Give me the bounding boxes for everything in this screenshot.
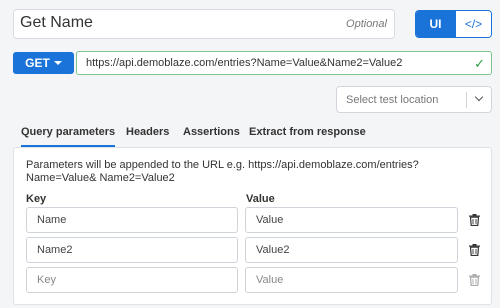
method-label: GET xyxy=(25,56,50,70)
param-value-input[interactable]: Value2 xyxy=(245,237,458,263)
trash-icon[interactable] xyxy=(469,214,480,226)
param-key-input[interactable]: Name xyxy=(26,207,238,233)
test-name-text: Get Name xyxy=(20,14,93,31)
tab-query-parameters[interactable]: Query parameters xyxy=(21,126,116,147)
params-info-text: Parameters will be appended to the URL e… xyxy=(26,159,419,184)
new-param-key-input[interactable]: Key xyxy=(26,267,238,293)
test-location-select[interactable]: Select test location xyxy=(336,86,492,113)
new-param-value-input[interactable]: Value xyxy=(245,267,458,293)
check-icon: ✓ xyxy=(474,56,485,71)
tab-assertions[interactable]: Assertions xyxy=(183,126,240,145)
ui-view-button[interactable]: UI xyxy=(416,11,455,37)
key-column-header: Key xyxy=(26,193,47,205)
caret-down-icon xyxy=(53,61,62,65)
url-text: https://api.demoblaze.com/entries?Name=V… xyxy=(86,57,403,69)
select-divider xyxy=(466,92,467,108)
optional-label: Optional xyxy=(346,18,387,30)
tab-headers[interactable]: Headers xyxy=(126,126,169,145)
url-input[interactable]: https://api.demoblaze.com/entries?Name=V… xyxy=(76,51,492,75)
view-toggle: UI </> xyxy=(415,10,492,38)
method-dropdown[interactable]: GET xyxy=(13,52,74,74)
tab-extract-from-response[interactable]: Extract from response xyxy=(249,126,366,145)
test-name-field[interactable]: Get Name Optional xyxy=(13,9,395,39)
param-key-input[interactable]: Name2 xyxy=(26,237,238,263)
value-column-header: Value xyxy=(246,193,275,205)
query-parameters-panel: Parameters will be appended to the URL e… xyxy=(13,147,492,305)
trash-icon[interactable] xyxy=(469,244,480,256)
code-view-button[interactable]: </> xyxy=(455,11,491,37)
param-value-input[interactable]: Value xyxy=(245,207,458,233)
chevron-down-icon xyxy=(474,92,484,102)
test-location-placeholder: Select test location xyxy=(346,94,439,106)
trash-icon[interactable] xyxy=(469,274,480,286)
